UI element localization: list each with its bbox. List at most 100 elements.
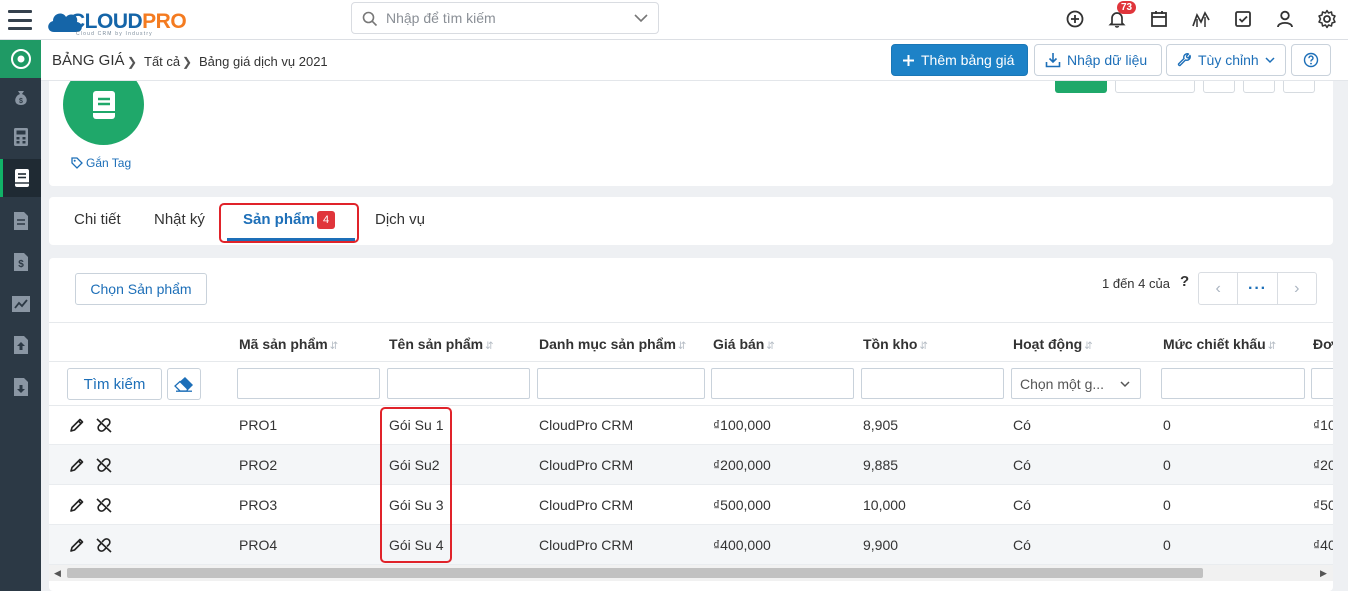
table-header: Mã sản phẩm ⇵ Tên sản phẩm ⇵ Danh mục sản … xyxy=(49,322,1333,362)
gear-icon[interactable] xyxy=(1317,9,1337,29)
analytics-icon[interactable] xyxy=(1191,9,1211,29)
cell-code: PRO2 xyxy=(239,457,278,473)
sort-icon[interactable]: ⇵ xyxy=(919,341,927,352)
cell-code: PRO3 xyxy=(239,497,278,513)
unlink-icon[interactable] xyxy=(95,417,113,433)
column-header-price[interactable]: Giá bán ⇵ xyxy=(713,336,775,352)
scrollbar-thumb[interactable] xyxy=(67,568,1203,578)
choose-products-button[interactable]: Chọn Sản phẩm xyxy=(75,273,207,305)
filter-price-input[interactable] xyxy=(711,368,854,399)
pagination: ‹ ··· › xyxy=(1198,272,1317,305)
sidebar-item-calculator[interactable] xyxy=(0,118,41,156)
cell-cut: ₫40 xyxy=(1313,537,1333,553)
scroll-left-icon[interactable]: ◀ xyxy=(54,568,61,579)
column-header-name[interactable]: Tên sản phẩm ⇵ xyxy=(389,336,494,352)
sidebar-item-pricebook[interactable] xyxy=(0,159,41,197)
unlink-icon[interactable] xyxy=(95,497,113,513)
next-page-button[interactable]: › xyxy=(1276,273,1316,304)
sidebar-item-money[interactable]: $ xyxy=(0,78,41,116)
add-tag-link[interactable]: Gắn Tag xyxy=(71,156,131,170)
filter-code-input[interactable] xyxy=(237,368,380,399)
pencil-icon[interactable] xyxy=(69,497,85,513)
checkbox-task-icon[interactable] xyxy=(1233,9,1253,29)
table-row[interactable]: PRO3 Gói Su 3 CloudPro CRM ₫500,000 10,0… xyxy=(49,485,1333,525)
column-header-label: Mức chiết khấu xyxy=(1163,336,1266,352)
filter-discount-input[interactable] xyxy=(1161,368,1305,399)
unlink-icon[interactable] xyxy=(95,537,113,553)
add-circle-icon[interactable] xyxy=(1065,9,1085,29)
unlink-icon[interactable] xyxy=(95,457,113,473)
product-list-card: Chọn Sản phẩm 1 đến 4 của ? ‹ ··· › Mã s… xyxy=(49,258,1333,591)
sidebar-item-documents[interactable] xyxy=(0,202,41,240)
cell-category: CloudPro CRM xyxy=(539,417,634,433)
search-input[interactable] xyxy=(386,8,626,28)
table-row[interactable]: PRO2 Gói Su2 CloudPro CRM ₫200,000 9,885… xyxy=(49,445,1333,485)
filter-category-input[interactable] xyxy=(537,368,705,399)
paging-help-icon[interactable]: ? xyxy=(1180,273,1189,290)
cell-active: Có xyxy=(1013,537,1031,553)
column-header-category[interactable]: Danh mục sản phẩm ⇵ xyxy=(539,336,686,352)
sort-icon[interactable]: ⇵ xyxy=(1268,341,1276,352)
global-search[interactable] xyxy=(351,2,659,34)
column-header-discount[interactable]: Mức chiết khấu ⇵ xyxy=(1163,336,1276,352)
cell-discount: 0 xyxy=(1163,417,1171,433)
breadcrumb-module[interactable]: BẢNG GIÁ xyxy=(52,52,125,69)
search-button[interactable]: Tìm kiếm xyxy=(67,368,162,400)
user-icon[interactable] xyxy=(1275,9,1295,29)
clear-filter-button[interactable] xyxy=(167,368,201,400)
sort-icon[interactable]: ⇵ xyxy=(485,341,493,352)
calculator-icon xyxy=(13,128,28,146)
page-header: BẢNG GIÁ ❯ Tất cả ❯ Bảng giá dịch vụ 202… xyxy=(41,40,1348,81)
scroll-right-icon[interactable]: ▶ xyxy=(1320,568,1327,579)
cell-price: ₫100,000 xyxy=(713,417,771,433)
column-header-label: Danh mục sản phẩm xyxy=(539,336,676,352)
column-header-cut[interactable]: Đơ xyxy=(1313,336,1333,352)
cell-active: Có xyxy=(1013,497,1031,513)
cloudpro-logo[interactable]: CLOUDPRO Cloud CRM by Industry xyxy=(46,4,201,37)
filter-cut-input[interactable] xyxy=(1311,368,1333,399)
sort-icon[interactable]: ⇵ xyxy=(766,341,774,352)
table-row[interactable]: PRO4 Gói Su 4 CloudPro CRM ₫400,000 9,90… xyxy=(49,525,1333,565)
tab-details[interactable]: Chi tiết xyxy=(74,211,121,228)
column-header-label: Tên sản phẩm xyxy=(389,336,484,352)
sidebar-item-upload[interactable] xyxy=(0,326,41,364)
add-pricebook-button[interactable]: Thêm bảng giá xyxy=(891,44,1028,76)
question-circle-icon xyxy=(1303,52,1319,68)
cell-discount: 0 xyxy=(1163,457,1171,473)
chart-icon xyxy=(11,296,30,312)
horizontal-scrollbar[interactable]: ◀ ▶ xyxy=(49,565,1333,581)
column-header-stock[interactable]: Tồn kho ⇵ xyxy=(863,336,928,352)
chevron-down-icon[interactable] xyxy=(634,14,648,23)
filter-stock-input[interactable] xyxy=(861,368,1004,399)
sidebar-item-invoice[interactable]: $ xyxy=(0,243,41,281)
customize-button[interactable]: Tùy chỉnh xyxy=(1166,44,1286,76)
previous-page-button[interactable]: ‹ xyxy=(1199,273,1237,304)
pencil-icon[interactable] xyxy=(69,457,85,473)
paging-summary: 1 đến 4 của xyxy=(1102,276,1170,291)
pencil-icon[interactable] xyxy=(69,417,85,433)
eraser-icon xyxy=(174,377,193,392)
menu-icon[interactable] xyxy=(8,8,32,32)
sort-icon[interactable]: ⇵ xyxy=(1084,341,1092,352)
column-header-code[interactable]: Mã sản phẩm ⇵ xyxy=(239,336,338,352)
pencil-icon[interactable] xyxy=(69,537,85,553)
tab-log[interactable]: Nhật ký xyxy=(154,211,205,228)
filter-active-select[interactable]: Chọn một g... xyxy=(1011,368,1141,399)
help-button[interactable] xyxy=(1291,44,1331,76)
table-row[interactable]: PRO1 Gói Su 1 CloudPro CRM ₫100,000 8,90… xyxy=(49,405,1333,445)
sidebar-item-download[interactable] xyxy=(0,368,41,406)
target-icon xyxy=(10,49,31,69)
column-header-active[interactable]: Hoạt động ⇵ xyxy=(1013,336,1093,352)
calendar-icon[interactable] xyxy=(1149,9,1169,29)
more-pages-button[interactable]: ··· xyxy=(1237,273,1276,304)
sidebar-item-reports[interactable] xyxy=(0,285,41,323)
chevron-down-icon xyxy=(1120,381,1130,388)
sort-icon[interactable]: ⇵ xyxy=(330,341,338,352)
filter-name-input[interactable] xyxy=(387,368,530,399)
sidebar-item-home[interactable] xyxy=(0,40,41,78)
filter-active-placeholder: Chọn một g... xyxy=(1020,375,1105,392)
import-data-button[interactable]: Nhập dữ liệu xyxy=(1034,44,1162,76)
breadcrumb-all[interactable]: Tất cả xyxy=(144,54,180,69)
sort-icon[interactable]: ⇵ xyxy=(678,341,686,352)
tab-services[interactable]: Dịch vụ xyxy=(375,211,425,228)
